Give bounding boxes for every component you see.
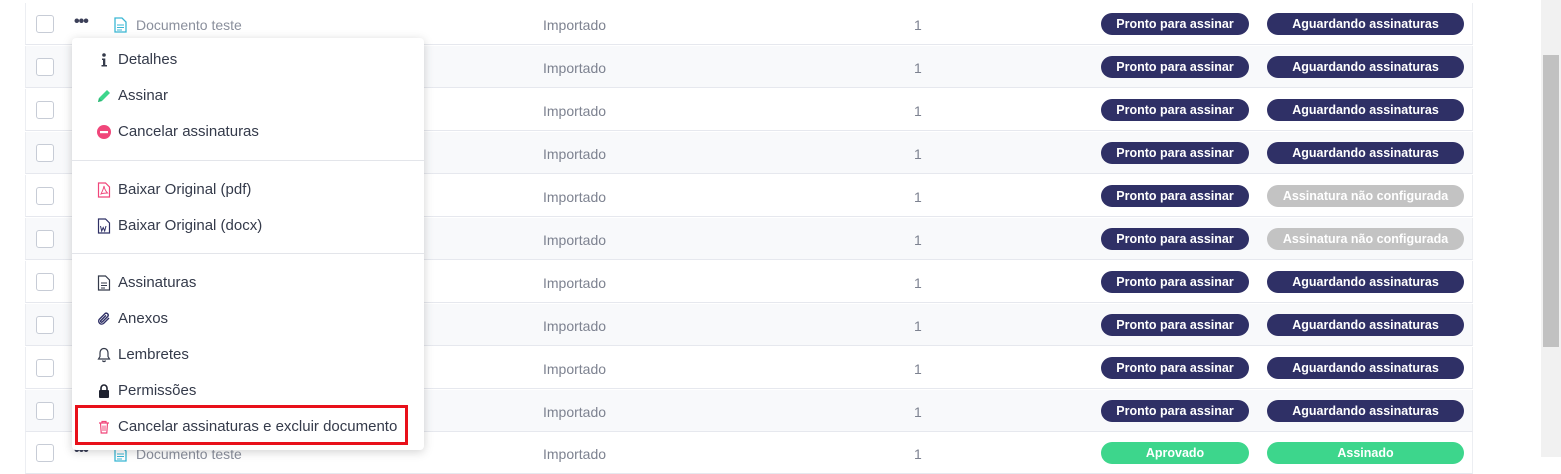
origin-cell: Importado	[543, 232, 607, 248]
menu-item-label: Baixar Original (pdf)	[118, 181, 252, 198]
bell-icon	[97, 347, 111, 363]
signature-badge: Aguardando assinaturas	[1267, 400, 1464, 422]
scrollbar-thumb[interactable]	[1543, 55, 1559, 347]
count-cell: 1	[914, 232, 922, 248]
status-badge: Pronto para assinar	[1101, 99, 1249, 121]
count-cell: 1	[914, 60, 922, 76]
status-badge: Pronto para assinar	[1101, 357, 1249, 379]
menu-item-label: Cancelar assinaturas e excluir documento	[118, 418, 398, 435]
count-cell: 1	[914, 146, 922, 162]
menu-item-cancel-and-delete[interactable]: Cancelar assinaturas e excluir documento	[72, 410, 424, 444]
signature-badge: Aguardando assinaturas	[1267, 142, 1464, 164]
menu-item-label: Cancelar assinaturas	[118, 123, 259, 140]
origin-cell: Importado	[543, 404, 607, 420]
menu-item-permissions[interactable]: Permissões	[72, 374, 424, 408]
status-badge: Pronto para assinar	[1101, 56, 1249, 78]
signature-badge: Assinado	[1267, 442, 1464, 464]
menu-item-label: Detalhes	[118, 51, 178, 68]
origin-cell: Importado	[543, 17, 607, 33]
pencil-icon	[98, 90, 110, 102]
origin-cell: Importado	[543, 103, 607, 119]
row-checkbox[interactable]	[36, 101, 54, 119]
signature-badge: Aguardando assinaturas	[1267, 99, 1464, 121]
origin-cell: Importado	[543, 446, 607, 462]
count-cell: 1	[914, 361, 922, 377]
minus-circle-icon	[97, 125, 111, 139]
row-checkbox[interactable]	[36, 58, 54, 76]
document-icon	[114, 17, 127, 33]
count-cell: 1	[914, 446, 922, 462]
menu-item-label: Anexos	[118, 310, 169, 327]
row-actions-menu: Detalhes Assinar Cancelar assinaturas Ba…	[72, 38, 424, 450]
origin-cell: Importado	[543, 146, 607, 162]
row-checkbox[interactable]	[36, 144, 54, 162]
menu-item-label: Assinaturas	[118, 274, 197, 291]
menu-item-download-pdf[interactable]: Baixar Original (pdf)	[72, 173, 424, 207]
status-badge: Aprovado	[1101, 442, 1249, 464]
signature-badge: Aguardando assinaturas	[1267, 13, 1464, 35]
menu-item-label: Permissões	[118, 382, 197, 399]
status-badge: Pronto para assinar	[1101, 142, 1249, 164]
row-checkbox[interactable]	[36, 230, 54, 248]
status-badge: Pronto para assinar	[1101, 400, 1249, 422]
status-badge: Pronto para assinar	[1101, 271, 1249, 293]
count-cell: 1	[914, 318, 922, 334]
status-badge: Pronto para assinar	[1101, 13, 1249, 35]
signature-badge: Aguardando assinaturas	[1267, 314, 1464, 336]
count-cell: 1	[914, 17, 922, 33]
document-icon	[97, 275, 111, 291]
row-checkbox[interactable]	[36, 444, 54, 462]
menu-divider	[72, 160, 424, 161]
status-badge: Pronto para assinar	[1101, 314, 1249, 336]
more-actions-icon[interactable]: •••	[74, 14, 89, 30]
row-checkbox[interactable]	[36, 359, 54, 377]
menu-item-attachments[interactable]: Anexos	[72, 302, 424, 336]
paperclip-icon	[98, 312, 110, 325]
row-checkbox[interactable]	[36, 402, 54, 420]
word-file-icon	[97, 218, 111, 234]
status-badge: Pronto para assinar	[1101, 185, 1249, 207]
origin-cell: Importado	[543, 361, 607, 377]
signature-badge: Aguardando assinaturas	[1267, 271, 1464, 293]
origin-cell: Importado	[543, 60, 607, 76]
menu-item-signatures[interactable]: Assinaturas	[72, 266, 424, 300]
info-icon	[101, 53, 107, 67]
origin-cell: Importado	[543, 318, 607, 334]
row-checkbox[interactable]	[36, 273, 54, 291]
menu-item-label: Lembretes	[118, 346, 189, 363]
menu-item-cancel-signatures[interactable]: Cancelar assinaturas	[72, 115, 424, 149]
count-cell: 1	[914, 275, 922, 291]
trash-icon	[99, 420, 109, 434]
document-name[interactable]: Documento teste	[136, 17, 242, 33]
menu-item-sign[interactable]: Assinar	[72, 79, 424, 113]
signature-badge: Assinatura não configurada	[1267, 185, 1464, 207]
signature-badge: Aguardando assinaturas	[1267, 56, 1464, 78]
pdf-file-icon	[97, 182, 111, 198]
menu-item-label: Baixar Original (docx)	[118, 217, 263, 234]
origin-cell: Importado	[543, 275, 607, 291]
signature-badge: Aguardando assinaturas	[1267, 357, 1464, 379]
menu-item-label: Assinar	[118, 87, 169, 104]
status-badge: Pronto para assinar	[1101, 228, 1249, 250]
signature-badge: Assinatura não configurada	[1267, 228, 1464, 250]
menu-item-download-docx[interactable]: Baixar Original (docx)	[72, 209, 424, 243]
row-checkbox[interactable]	[36, 15, 54, 33]
menu-item-details[interactable]: Detalhes	[72, 43, 424, 77]
origin-cell: Importado	[543, 189, 607, 205]
count-cell: 1	[914, 103, 922, 119]
menu-item-reminders[interactable]: Lembretes	[72, 338, 424, 372]
row-checkbox[interactable]	[36, 316, 54, 334]
count-cell: 1	[914, 189, 922, 205]
count-cell: 1	[914, 404, 922, 420]
row-checkbox[interactable]	[36, 187, 54, 205]
menu-divider	[72, 253, 424, 254]
lock-icon	[99, 384, 109, 398]
